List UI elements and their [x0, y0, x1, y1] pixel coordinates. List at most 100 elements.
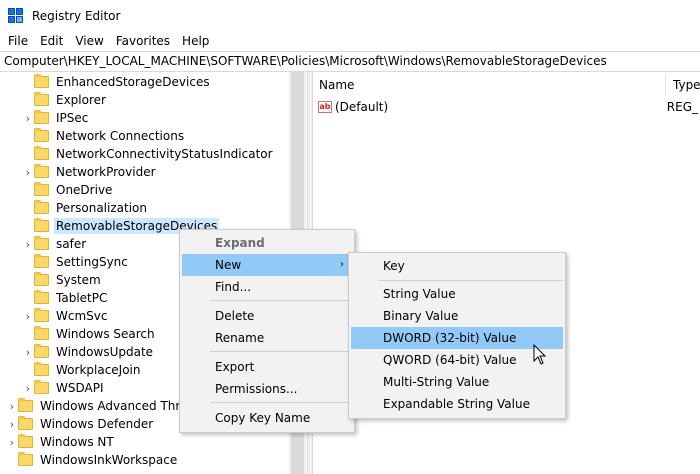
value-name: (Default) [334, 100, 389, 114]
folder-icon [34, 290, 49, 304]
folder-icon [34, 74, 49, 88]
tree-item-label: Explorer [56, 93, 106, 107]
submenu-item-expandable-string-value[interactable]: Expandable String Value [351, 393, 563, 415]
menu-edit[interactable]: Edit [34, 31, 69, 51]
arrow-pointer-icon [533, 344, 547, 365]
tree-item-label: IPSec [56, 111, 89, 125]
tree-item-label: Windows Defender [40, 417, 154, 431]
tree-item-label: SettingSync [56, 255, 128, 269]
value-type: REG_ [666, 100, 698, 114]
address-bar[interactable]: Computer\HKEY_LOCAL_MACHINE\SOFTWARE\Pol… [0, 51, 700, 72]
menu-separator [210, 300, 352, 301]
menu-item-delete[interactable]: Delete [182, 305, 352, 327]
menu-bar: File Edit View Favorites Help [0, 31, 700, 51]
tree-item[interactable]: SettingSync [22, 253, 130, 271]
folder-icon [18, 398, 33, 412]
tree-item[interactable]: Network Connections [22, 127, 186, 145]
folder-icon [18, 416, 33, 430]
tree-item[interactable]: System [22, 271, 103, 289]
new-submenu: Key String Value Binary Value DWORD (32-… [348, 252, 566, 419]
menu-separator [210, 351, 352, 352]
tree-item-label: WindowsInkWorkspace [40, 453, 178, 467]
tree-item-label: Network Connections [56, 129, 185, 143]
chevron-right-icon[interactable]: › [6, 436, 18, 449]
submenu-item-multi-string-value[interactable]: Multi-String Value [351, 371, 563, 393]
folder-icon [18, 452, 33, 466]
folder-icon [34, 218, 49, 232]
value-row[interactable]: ab (Default) REG_ [318, 98, 698, 116]
tree-item[interactable]: TabletPC [22, 289, 109, 307]
chevron-right-icon: › [340, 259, 344, 270]
tree-item-label: OneDrive [56, 183, 113, 197]
menu-view[interactable]: View [69, 31, 109, 51]
folder-icon [34, 128, 49, 142]
tree-item[interactable]: › WindowsUpdate [22, 343, 155, 361]
chevron-right-icon[interactable]: › [22, 112, 34, 125]
tree-item-label: WorkplaceJoin [56, 363, 141, 377]
folder-icon [34, 380, 49, 394]
menu-item-export[interactable]: Export [182, 356, 352, 378]
tree-item[interactable]: Personalization [22, 199, 149, 217]
submenu-item-string-value[interactable]: String Value [351, 283, 563, 305]
folder-icon [34, 200, 49, 214]
menu-file[interactable]: File [2, 31, 34, 51]
folder-icon [18, 434, 33, 448]
column-header-name[interactable]: Name [313, 72, 665, 98]
tree-item[interactable]: › WSDAPI [22, 379, 106, 397]
folder-icon [34, 236, 49, 250]
chevron-right-icon[interactable]: › [22, 382, 34, 395]
chevron-right-icon[interactable]: › [22, 346, 34, 359]
tree-item[interactable]: › NetworkProvider [22, 163, 158, 181]
menu-separator [210, 402, 352, 403]
menu-item-new-label: New [215, 258, 242, 272]
tree-item[interactable]: NetworkConnectivityStatusIndicator [22, 145, 275, 163]
tree-item[interactable]: EnhancedStorageDevices [22, 73, 212, 91]
folder-icon [34, 164, 49, 178]
submenu-item-key[interactable]: Key [351, 255, 563, 277]
tree-item[interactable]: OneDrive [22, 181, 114, 199]
folder-icon [34, 146, 49, 160]
menu-favorites[interactable]: Favorites [110, 31, 176, 51]
menu-item-new[interactable]: New › [182, 254, 352, 276]
title-bar: Registry Editor [0, 0, 700, 31]
tree-item[interactable]: Explorer [22, 91, 108, 109]
folder-icon [34, 272, 49, 286]
tree-item[interactable]: › WcmSvc [22, 307, 109, 325]
menu-item-copy-key-name[interactable]: Copy Key Name [182, 407, 352, 429]
column-divider[interactable] [665, 74, 666, 96]
chevron-right-icon[interactable]: › [6, 418, 18, 431]
tree-item[interactable]: Windows Search [22, 325, 157, 343]
context-menu: Expand New › Find... Delete Rename Expor… [179, 229, 355, 433]
menu-separator [379, 280, 563, 281]
tree-item-label: Windows NT [40, 435, 114, 449]
menu-help[interactable]: Help [176, 31, 215, 51]
tree-item-label: Windows Search [56, 327, 155, 341]
tree-item-label: NetworkConnectivityStatusIndicator [56, 147, 273, 161]
tree-item-label: EnhancedStorageDevices [56, 75, 210, 89]
chevron-right-icon[interactable]: › [6, 400, 18, 413]
tree-item-label: Personalization [56, 201, 147, 215]
menu-item-find[interactable]: Find... [182, 276, 352, 298]
column-header-type[interactable]: Type [667, 72, 700, 98]
tree-item-label: TabletPC [56, 291, 108, 305]
tree-item[interactable]: WindowsInkWorkspace [6, 451, 179, 469]
tree-item[interactable]: › Windows NT [6, 433, 116, 451]
tree-item-label: safer [56, 237, 87, 251]
chevron-right-icon[interactable]: › [22, 238, 34, 251]
tree-item[interactable]: WorkplaceJoin [22, 361, 143, 379]
folder-icon [34, 344, 49, 358]
submenu-item-qword-value[interactable]: QWORD (64-bit) Value [351, 349, 563, 371]
submenu-item-dword-value[interactable]: DWORD (32-bit) Value [351, 327, 563, 349]
chevron-right-icon[interactable]: › [22, 166, 34, 179]
tree-item[interactable]: › Windows Advanced Threat [6, 397, 202, 415]
menu-item-rename[interactable]: Rename [182, 327, 352, 349]
folder-icon [34, 254, 49, 268]
tree-item[interactable]: › IPSec [22, 109, 90, 127]
chevron-right-icon[interactable]: › [22, 310, 34, 323]
tree-item[interactable]: › Windows Defender [6, 415, 155, 433]
folder-icon [34, 110, 49, 124]
window-title: Registry Editor [32, 8, 121, 23]
menu-item-permissions[interactable]: Permissions... [182, 378, 352, 400]
tree-item[interactable]: › safer [22, 235, 88, 253]
submenu-item-binary-value[interactable]: Binary Value [351, 305, 563, 327]
